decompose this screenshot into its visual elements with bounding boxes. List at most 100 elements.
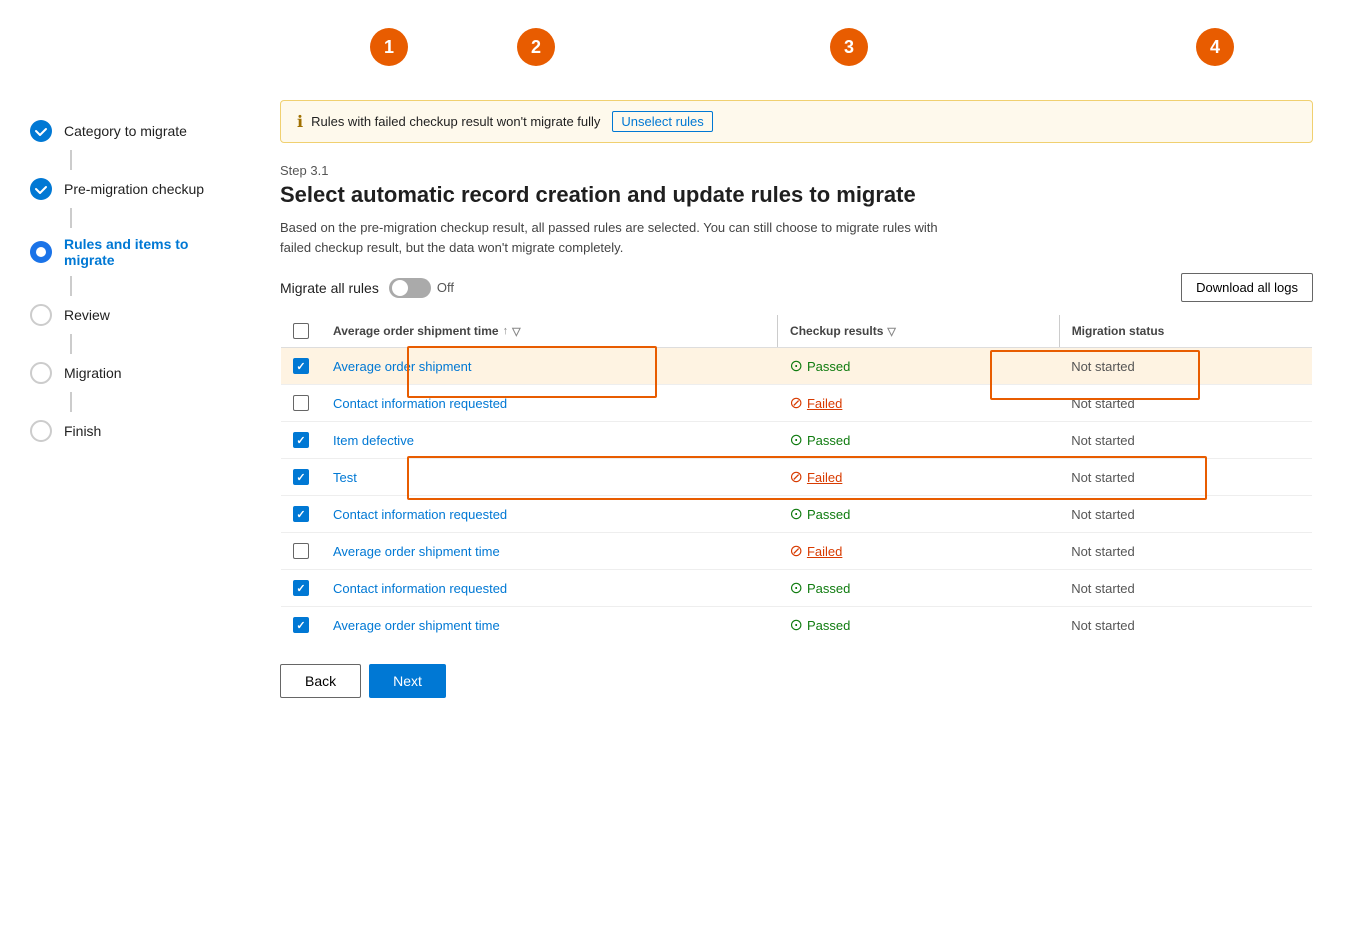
sidebar-icon-inactive-finish xyxy=(30,420,52,442)
sidebar-label-category: Category to migrate xyxy=(64,123,187,139)
passed-icon: ⊙ xyxy=(790,356,803,376)
table-row: Contact information requested ⊙ Passed Not… xyxy=(281,496,1313,533)
header-checkbox[interactable] xyxy=(293,323,309,339)
rule-name[interactable]: Average order shipment time xyxy=(333,618,500,633)
th-migration: Migration status xyxy=(1059,315,1312,348)
table-row: Contact information requested ⊙ Passed Not… xyxy=(281,570,1313,607)
step-label: Step 3.1 xyxy=(280,163,1313,178)
back-button[interactable]: Back xyxy=(280,664,361,698)
migration-status-cell: Not started xyxy=(1059,385,1312,422)
filter-icon-name[interactable]: ▽ xyxy=(512,325,520,338)
sidebar-item-finish[interactable]: Finish xyxy=(30,420,240,442)
status-passed: ⊙ Passed xyxy=(790,578,1048,598)
migration-status-cell: Not started xyxy=(1059,607,1312,644)
sidebar-item-rules[interactable]: Rules and items to migrate xyxy=(30,236,240,268)
migration-status-cell: Not started xyxy=(1059,422,1312,459)
row-checkbox[interactable] xyxy=(293,432,309,448)
migration-status-cell: Not started xyxy=(1059,348,1312,385)
failed-icon: ⊘ xyxy=(790,393,803,413)
filter-icon-checkup[interactable]: ▽ xyxy=(887,325,895,338)
migration-status-cell: Not started xyxy=(1059,496,1312,533)
sidebar-label-finish: Finish xyxy=(64,423,101,439)
main-content: ℹ Rules with failed checkup result won't… xyxy=(260,0,1353,943)
toggle-switch[interactable]: Off xyxy=(389,278,454,298)
status-failed: ⊘ Failed xyxy=(790,541,1048,561)
warning-text: Rules with failed checkup result won't m… xyxy=(311,114,600,129)
callout-1: 1 xyxy=(370,28,408,66)
failed-link[interactable]: Failed xyxy=(807,544,842,559)
sidebar-icon-active xyxy=(30,241,52,263)
row-checkbox[interactable] xyxy=(293,580,309,596)
sidebar-icon-completed xyxy=(30,120,52,142)
status-passed: ⊙ Passed xyxy=(790,615,1048,635)
migration-status-cell: Not started xyxy=(1059,459,1312,496)
row-checkbox[interactable] xyxy=(293,543,309,559)
step-title: Select automatic record creation and upd… xyxy=(280,182,1313,208)
sidebar-label-migration: Migration xyxy=(64,365,122,381)
rule-name[interactable]: Contact information requested xyxy=(333,581,507,596)
footer-buttons: Back Next xyxy=(280,664,1313,698)
table-row: Average order shipment ⊙ Passed Not starte… xyxy=(281,348,1313,385)
unselect-rules-link[interactable]: Unselect rules xyxy=(612,111,712,132)
migration-status-cell: Not started xyxy=(1059,570,1312,607)
sidebar-item-category[interactable]: Category to migrate xyxy=(30,120,240,142)
sidebar-item-premigration[interactable]: Pre-migration checkup xyxy=(30,178,240,200)
callout-4: 4 xyxy=(1196,28,1234,66)
toggle-track[interactable] xyxy=(389,278,431,298)
passed-icon: ⊙ xyxy=(790,615,803,635)
passed-icon: ⊙ xyxy=(790,578,803,598)
failed-icon: ⊘ xyxy=(790,541,803,561)
failed-link[interactable]: Failed xyxy=(807,470,842,485)
info-icon: ℹ xyxy=(297,112,303,132)
rule-name[interactable]: Contact information requested xyxy=(333,396,507,411)
th-checkup: Checkup results ▽ xyxy=(778,315,1060,348)
table-row: Item defective ⊙ Passed Not started xyxy=(281,422,1313,459)
toolbar-row: Migrate all rules Off Download all logs xyxy=(280,273,1313,302)
migrate-all-row: Migrate all rules Off xyxy=(280,278,454,298)
sidebar-icon-inactive-review xyxy=(30,304,52,326)
rule-name[interactable]: Average order shipment xyxy=(333,359,472,374)
step-description: Based on the pre-migration checkup resul… xyxy=(280,218,960,257)
status-failed: ⊘ Failed xyxy=(790,393,1048,413)
sort-icon[interactable]: ↑ xyxy=(503,325,509,337)
migration-status-cell: Not started xyxy=(1059,533,1312,570)
status-failed: ⊘ Failed xyxy=(790,467,1048,487)
toggle-label: Off xyxy=(437,280,454,295)
toggle-thumb xyxy=(392,280,408,296)
sidebar-item-review[interactable]: Review xyxy=(30,304,240,326)
th-name: Average order shipment time ↑ ▽ xyxy=(321,315,778,348)
migrate-all-label: Migrate all rules xyxy=(280,280,379,296)
sidebar-label-rules: Rules and items to migrate xyxy=(64,236,240,268)
callout-3: 3 xyxy=(830,28,868,66)
status-passed: ⊙ Passed xyxy=(790,504,1048,524)
next-button[interactable]: Next xyxy=(369,664,446,698)
rule-name[interactable]: Item defective xyxy=(333,433,414,448)
sidebar-label-review: Review xyxy=(64,307,110,323)
rule-name[interactable]: Average order shipment time xyxy=(333,544,500,559)
row-checkbox[interactable] xyxy=(293,617,309,633)
sidebar-icon-inactive-migration xyxy=(30,362,52,384)
sidebar-item-migration[interactable]: Migration xyxy=(30,362,240,384)
download-all-logs-button[interactable]: Download all logs xyxy=(1181,273,1313,302)
th-checkbox xyxy=(281,315,322,348)
callout-2: 2 xyxy=(517,28,555,66)
status-passed: ⊙ Passed xyxy=(790,356,1048,376)
passed-icon: ⊙ xyxy=(790,504,803,524)
rule-name[interactable]: Test xyxy=(333,470,357,485)
warning-banner: ℹ Rules with failed checkup result won't… xyxy=(280,100,1313,143)
sidebar: Category to migrate Pre-migration checku… xyxy=(0,0,260,943)
row-checkbox[interactable] xyxy=(293,506,309,522)
rules-table: Average order shipment time ↑ ▽ Checkup … xyxy=(280,314,1313,644)
rule-name[interactable]: Contact information requested xyxy=(333,507,507,522)
row-checkbox[interactable] xyxy=(293,469,309,485)
status-passed: ⊙ Passed xyxy=(790,430,1048,450)
table-row: Test ⊘ Failed Not started xyxy=(281,459,1313,496)
table-row: Average order shipment time ⊙ Passed Not s… xyxy=(281,607,1313,644)
sidebar-label-premigration: Pre-migration checkup xyxy=(64,181,204,197)
table-row: Contact information requested ⊘ Failed Not… xyxy=(281,385,1313,422)
table-row: Average order shipment time ⊘ Failed Not s… xyxy=(281,533,1313,570)
row-checkbox[interactable] xyxy=(293,395,309,411)
row-checkbox[interactable] xyxy=(293,358,309,374)
sidebar-icon-completed-2 xyxy=(30,178,52,200)
failed-link[interactable]: Failed xyxy=(807,396,842,411)
